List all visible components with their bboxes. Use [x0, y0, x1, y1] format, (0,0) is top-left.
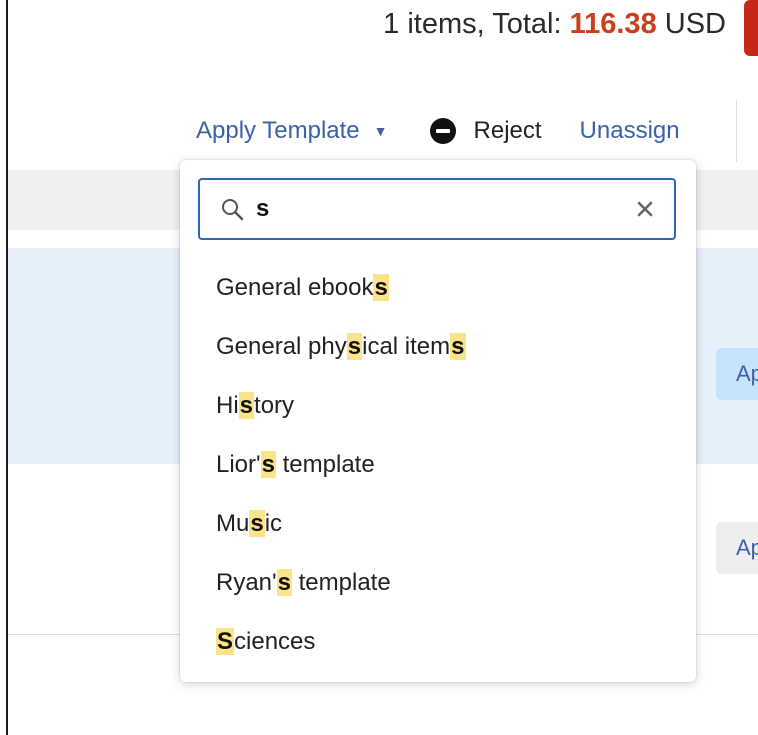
template-option[interactable]: Music: [180, 494, 696, 553]
option-match-highlight: S: [216, 628, 235, 655]
option-match-highlight: s: [373, 274, 389, 301]
option-text-before: General phy: [216, 333, 347, 360]
row1-apply-button[interactable]: Ap: [716, 348, 758, 400]
row-actions-toolbar: Apply Template ▼ Reject Unassign: [196, 114, 680, 148]
summary-currency: USD: [664, 8, 726, 40]
template-search-box[interactable]: [198, 178, 676, 240]
option-text-after: tory: [254, 392, 295, 419]
template-option[interactable]: General ebooks: [180, 258, 696, 317]
option-text-after: ical item: [362, 333, 451, 360]
template-option[interactable]: Lior's template: [180, 435, 696, 494]
search-icon: [222, 199, 244, 221]
template-options-list: General ebooks General physical items Hi…: [180, 258, 696, 671]
summary-amount: 116.38: [569, 8, 657, 40]
option-text-before: Lior': [216, 451, 261, 478]
template-option[interactable]: Sciences: [180, 612, 696, 671]
reject-button[interactable]: Reject: [429, 117, 542, 145]
option-match-highlight: s: [260, 451, 276, 478]
option-text-before: Ryan': [216, 569, 277, 596]
option-text-after: template: [275, 451, 375, 478]
template-option[interactable]: History: [180, 376, 696, 435]
apply-template-label: Apply Template: [196, 117, 360, 144]
minus-circle-icon: [429, 118, 456, 144]
option-text-before: General ebook: [216, 274, 374, 301]
option-match-highlight: s: [450, 333, 466, 360]
unassign-button[interactable]: Unassign: [580, 117, 680, 145]
app-frame: 1 items, Total: 116.38 USD Apply Templat…: [6, 0, 758, 735]
option-text-after: ciences: [234, 628, 316, 655]
toolbar-divider: [736, 100, 737, 162]
template-dropdown: General ebooks General physical items Hi…: [180, 160, 696, 682]
row2-apply-button[interactable]: Ap: [716, 522, 758, 574]
apply-template-button[interactable]: Apply Template ▼: [196, 117, 388, 145]
option-text-before: Hi: [216, 392, 239, 419]
reject-label: Reject: [473, 117, 542, 144]
order-summary: 1 items, Total: 116.38 USD: [383, 8, 726, 41]
option-text-after: ic: [264, 510, 283, 537]
close-icon[interactable]: [636, 200, 654, 218]
option-match-highlight: s: [346, 333, 363, 360]
template-search-input[interactable]: [256, 195, 636, 223]
option-text-after: template: [291, 569, 391, 596]
option-match-highlight: s: [276, 569, 292, 596]
primary-action-button-edge[interactable]: [744, 0, 758, 56]
caret-down-icon: ▼: [373, 123, 388, 139]
option-text-before: Mu: [216, 510, 250, 537]
option-match-highlight: s: [238, 392, 255, 419]
summary-prefix: 1 items, Total:: [383, 8, 562, 40]
template-option[interactable]: General physical items: [180, 317, 696, 376]
option-match-highlight: s: [249, 510, 265, 537]
template-option[interactable]: Ryan's template: [180, 553, 696, 612]
